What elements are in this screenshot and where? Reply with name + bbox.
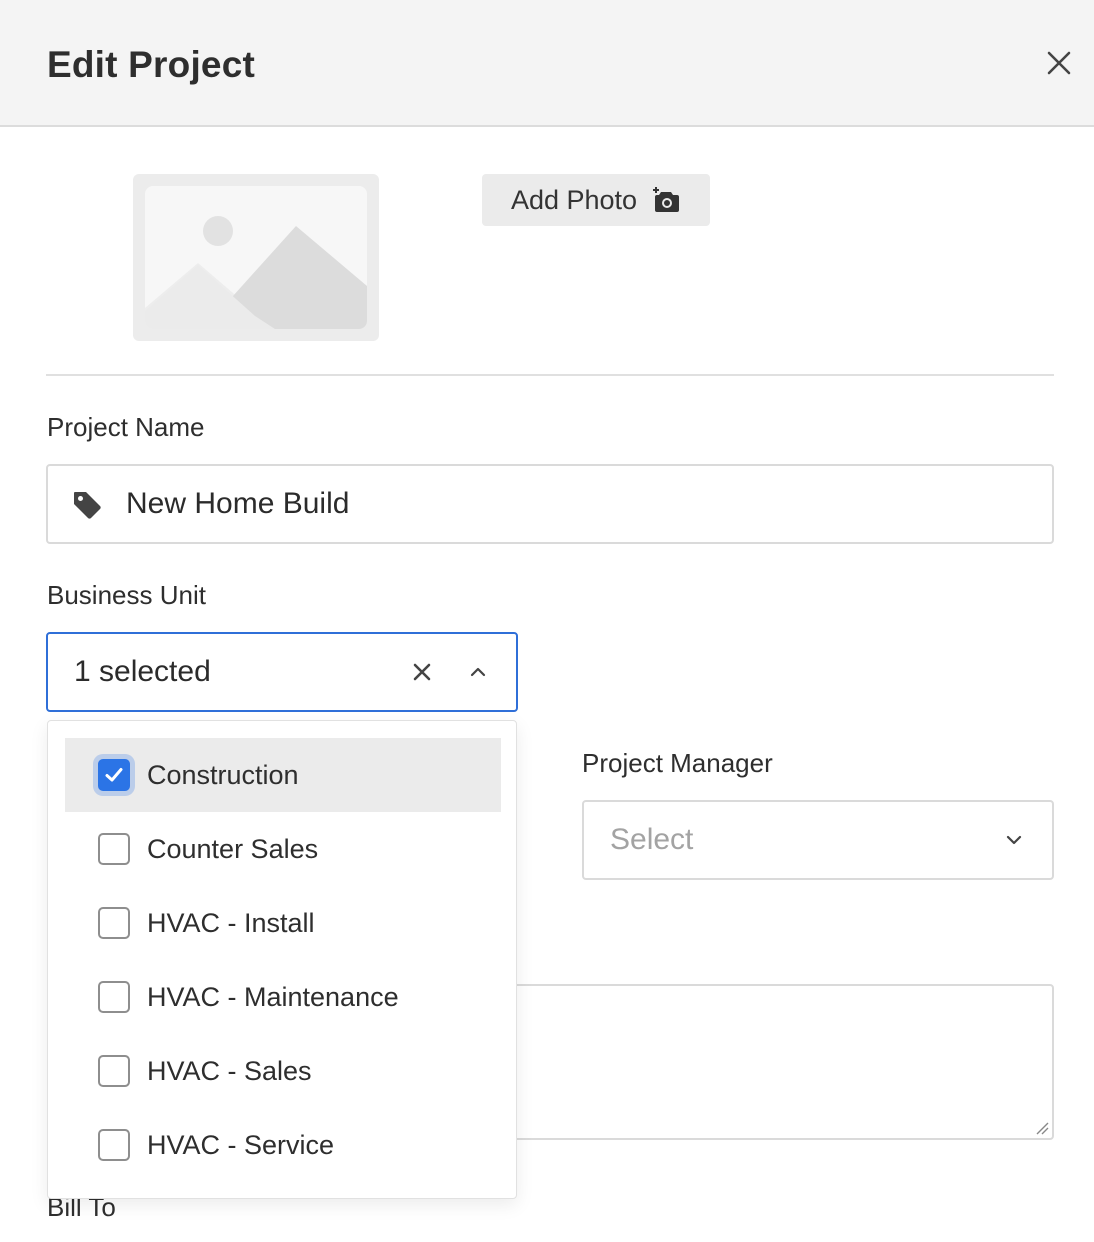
project-manager-label: Project Manager: [582, 748, 773, 778]
project-manager-select[interactable]: Select: [582, 800, 1054, 880]
project-manager-placeholder: Select: [610, 823, 694, 856]
modal-title: Edit Project: [47, 44, 255, 85]
checkbox[interactable]: [98, 907, 130, 939]
checkbox[interactable]: [98, 1129, 130, 1161]
description-textarea[interactable]: [430, 984, 1054, 1140]
business-unit-select[interactable]: 1 selected: [46, 632, 518, 712]
modal-header: Edit Project: [0, 0, 1094, 127]
checkbox[interactable]: [98, 833, 130, 865]
option-hvac-maintenance[interactable]: HVAC - Maintenance: [65, 960, 501, 1034]
image-placeholder: [145, 186, 367, 329]
section-divider: [46, 374, 1054, 376]
business-unit-dropdown: Construction Counter Sales HVAC - Instal…: [47, 720, 517, 1199]
add-photo-label: Add Photo: [510, 184, 638, 215]
chevron-down-icon: [1006, 835, 1022, 845]
checkbox-checked[interactable]: [98, 759, 130, 791]
tag-icon: [74, 492, 101, 519]
option-label: Construction: [147, 759, 299, 790]
option-label: HVAC - Service: [147, 1129, 335, 1160]
checkbox[interactable]: [98, 981, 130, 1013]
option-counter-sales[interactable]: Counter Sales: [65, 812, 501, 886]
option-label: HVAC - Maintenance: [147, 981, 399, 1012]
resize-grip-icon[interactable]: [1035, 1121, 1049, 1135]
add-photo-button[interactable]: Add Photo: [482, 174, 710, 226]
project-name-value: New Home Build: [126, 487, 350, 520]
checkmark-icon: [105, 768, 123, 782]
camera-add-icon: [653, 187, 680, 212]
close-icon: [1047, 51, 1071, 75]
project-photo: [133, 174, 379, 341]
business-unit-value: 1 selected: [74, 655, 211, 688]
option-label: HVAC - Sales: [147, 1055, 312, 1086]
image-placeholder-icon: [145, 216, 367, 329]
checkbox[interactable]: [98, 1055, 130, 1087]
project-name-input[interactable]: New Home Build: [46, 464, 1054, 544]
business-unit-label: Business Unit: [47, 580, 206, 610]
option-construction[interactable]: Construction: [65, 738, 501, 812]
clear-icon[interactable]: [410, 660, 434, 684]
option-hvac-service[interactable]: HVAC - Service: [65, 1108, 501, 1182]
option-hvac-sales[interactable]: HVAC - Sales: [65, 1034, 501, 1108]
project-name-label: Project Name: [47, 412, 205, 442]
close-button[interactable]: [1040, 44, 1078, 82]
option-label: Counter Sales: [147, 833, 319, 864]
option-label: HVAC - Install: [147, 907, 315, 938]
chevron-up-icon[interactable]: [468, 662, 488, 682]
option-hvac-install[interactable]: HVAC - Install: [65, 886, 501, 960]
